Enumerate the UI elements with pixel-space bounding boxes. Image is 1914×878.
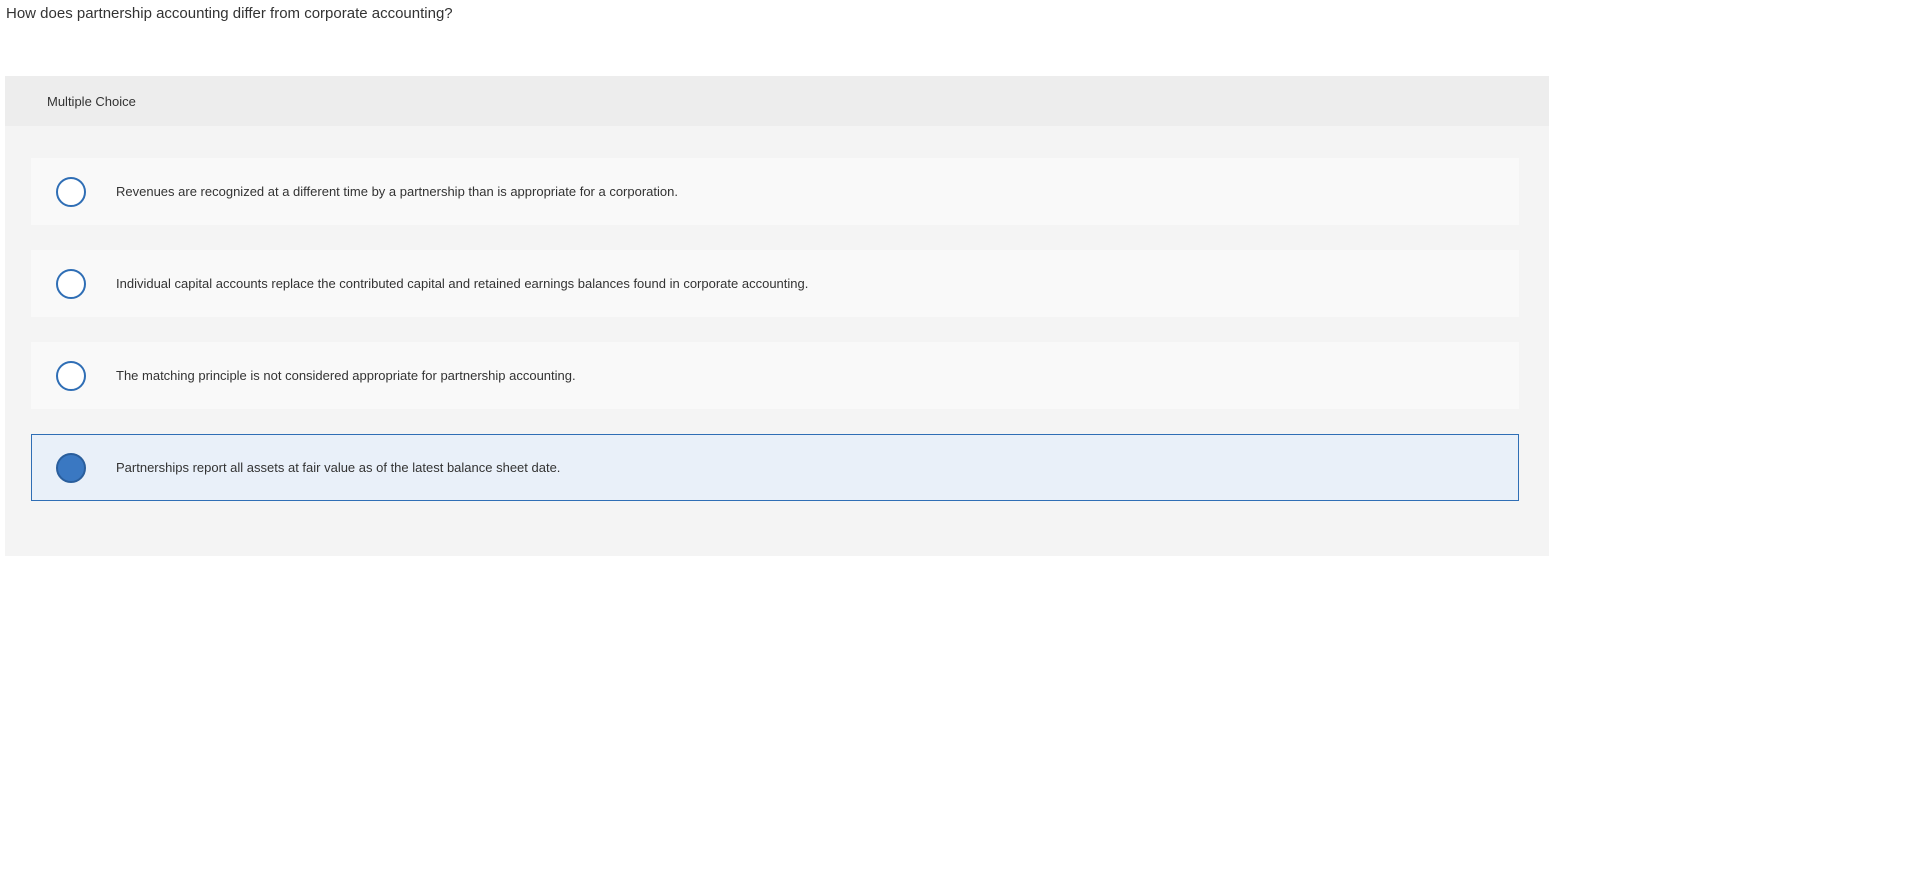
choice-label-b: Individual capital accounts replace the … (116, 276, 809, 291)
radio-button-c[interactable] (56, 360, 86, 391)
choice-option-c[interactable]: The matching principle is not considered… (31, 342, 1519, 409)
panel-header: Multiple Choice (5, 76, 1549, 126)
multiple-choice-panel: Multiple Choice Revenues are recognized … (5, 76, 1549, 556)
panel-header-label: Multiple Choice (47, 93, 136, 109)
choice-list: Revenues are recognized at a different t… (31, 158, 1519, 526)
choice-option-d[interactable]: Partnerships report all assets at fair v… (31, 434, 1519, 501)
radio-button-b[interactable] (56, 268, 86, 299)
choice-label-c: The matching principle is not considered… (116, 368, 576, 383)
choice-option-b[interactable]: Individual capital accounts replace the … (31, 250, 1519, 317)
choice-label-d: Partnerships report all assets at fair v… (116, 460, 561, 475)
choice-label-a: Revenues are recognized at a different t… (116, 184, 678, 199)
radio-button-a[interactable] (56, 176, 86, 207)
radio-button-d[interactable] (56, 452, 86, 483)
choice-option-a[interactable]: Revenues are recognized at a different t… (31, 158, 1519, 225)
question-text: How does partnership accounting differ f… (6, 5, 453, 22)
